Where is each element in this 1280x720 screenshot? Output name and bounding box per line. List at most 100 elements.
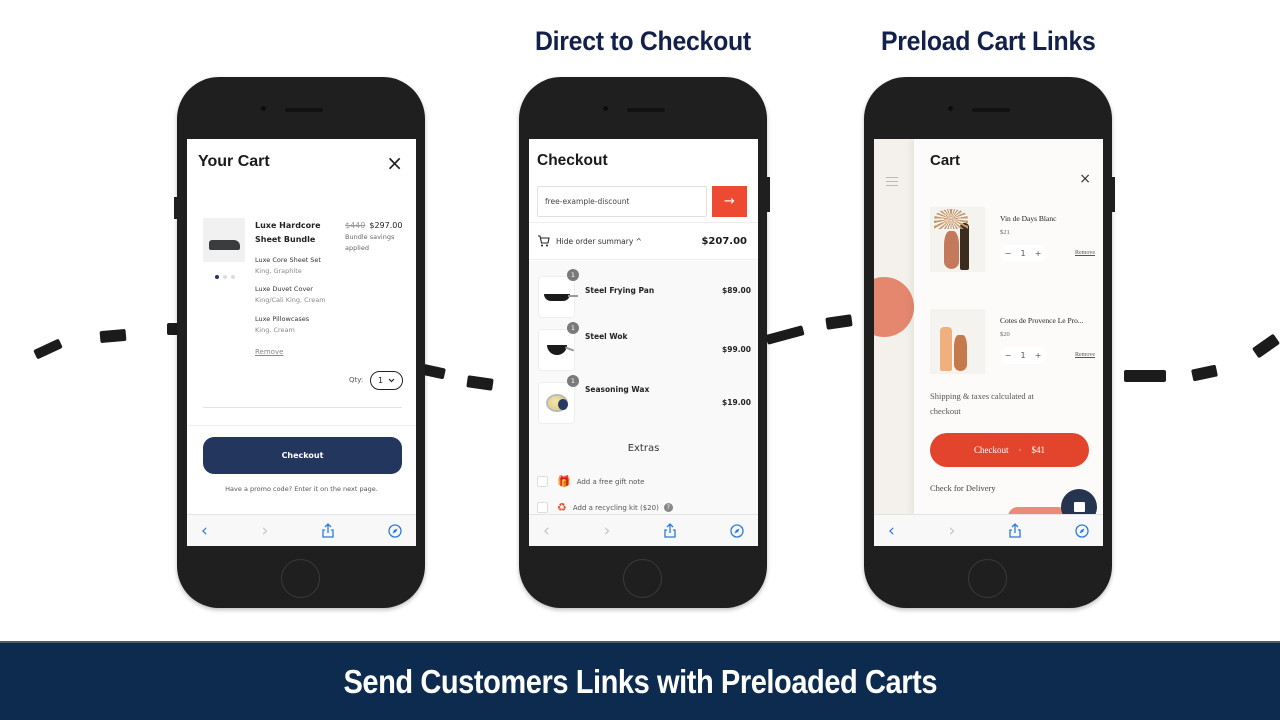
qty-value: 1 — [1020, 351, 1026, 360]
remove-link[interactable]: Remove — [1075, 352, 1095, 358]
plus-icon[interactable]: + — [1035, 249, 1042, 258]
summary-toggle-label: Hide order summary ^ — [556, 236, 642, 246]
carousel-dot[interactable] — [223, 275, 227, 279]
product-prices: $440 $297.00 Bundle savings applied — [345, 219, 405, 254]
component-variant: King, Cream — [255, 326, 295, 334]
wax-tin-icon — [545, 394, 568, 412]
cart-title: Cart — [930, 152, 961, 169]
hamburger-menu-icon[interactable] — [886, 177, 898, 189]
phone-camera — [261, 106, 266, 111]
share-icon[interactable] — [664, 523, 676, 538]
home-button[interactable] — [623, 559, 662, 598]
compass-icon[interactable] — [1075, 523, 1089, 538]
checkbox[interactable] — [537, 476, 548, 487]
component-variant: King, Graphite — [255, 267, 302, 275]
phone-screen: Your Cart × Luxe Hardcore Sheet Bundle $… — [187, 139, 416, 546]
share-icon[interactable] — [322, 523, 334, 538]
bundle-component: Luxe Duvet Cover King/Cali King, Cream — [255, 284, 326, 306]
dash-segment — [466, 375, 494, 391]
extra-label: Add a free gift note — [576, 477, 645, 486]
plus-icon[interactable]: + — [1035, 351, 1042, 360]
dash-segment — [1124, 370, 1166, 382]
carousel-dot[interactable] — [231, 275, 235, 279]
item-price: $89.00 — [722, 286, 751, 295]
back-icon[interactable]: ‹ — [543, 521, 550, 541]
bottle-shape — [940, 327, 952, 371]
chat-icon — [1073, 502, 1085, 512]
qty-badge: 1 — [567, 322, 579, 334]
compass-icon[interactable] — [730, 523, 744, 538]
discount-code-input[interactable]: free-example-discount — [537, 186, 707, 217]
check-delivery-link[interactable]: Check for Delivery — [930, 483, 996, 493]
extra-label: Add a recycling kit ($20) — [572, 503, 659, 512]
close-icon[interactable]: × — [1079, 171, 1091, 187]
extra-option[interactable]: 🎁 Add a free gift note — [537, 476, 645, 487]
back-icon[interactable]: ‹ — [201, 521, 208, 541]
checkout-button[interactable]: Checkout · $41 — [930, 433, 1089, 467]
compass-icon[interactable] — [388, 523, 402, 538]
order-item: 1 Steel Frying Pan $89.00 — [537, 269, 751, 319]
close-icon[interactable]: × — [386, 153, 403, 173]
checkout-button[interactable]: Checkout — [203, 437, 402, 474]
extras-title: Extras — [627, 443, 660, 454]
item-thumbnail — [538, 382, 575, 424]
cart-icon — [538, 235, 550, 247]
phone-camera — [603, 106, 608, 111]
cart-item: Vin de Days Blanc $21 −1 + Remove — [930, 207, 1095, 277]
extra-option[interactable]: ♻ Add a recycling kit ($20) ? — [537, 502, 673, 513]
gift-icon: 🎁 — [557, 475, 571, 488]
qty-badge: 1 — [567, 269, 579, 281]
item-thumbnail — [538, 276, 578, 318]
browser-toolbar: ‹ › — [874, 514, 1103, 546]
back-icon[interactable]: ‹ — [888, 521, 895, 541]
apply-discount-button[interactable]: → — [712, 186, 747, 217]
help-icon[interactable]: ? — [663, 503, 673, 512]
remove-link[interactable]: Remove — [1075, 250, 1095, 256]
product-image[interactable] — [203, 218, 245, 262]
component-name: Luxe Pillowcases — [255, 315, 310, 323]
browser-toolbar: ‹ › — [187, 514, 416, 546]
qty-select[interactable]: 1 — [370, 371, 403, 390]
item-thumbnail — [538, 329, 575, 371]
minus-icon[interactable]: − — [1005, 351, 1012, 360]
item-name: Cotes de Provence Le Pro... — [1000, 316, 1084, 325]
item-name: Vin de Days Blanc — [1000, 214, 1057, 223]
component-name: Luxe Core Sheet Set — [255, 256, 321, 264]
checkbox[interactable] — [537, 502, 548, 513]
dash-segment — [765, 325, 805, 345]
dried-fan-shape — [934, 209, 968, 229]
home-button[interactable] — [281, 559, 320, 598]
phone-preloaded-cart: Cart × Vin de Days Blanc $21 −1 + Remove … — [864, 77, 1115, 608]
dash-segment — [33, 338, 63, 360]
heading-direct-to-checkout: Direct to Checkout — [535, 26, 751, 56]
sheet-icon — [209, 240, 240, 250]
frying-pan-icon — [543, 293, 578, 301]
remove-link[interactable]: Remove — [255, 348, 283, 356]
cart-item: Cotes de Provence Le Pro... $20 −1 + Remo… — [930, 309, 1095, 379]
quantity-stepper[interactable]: −1 + — [1000, 245, 1046, 262]
home-button[interactable] — [968, 559, 1007, 598]
forward-icon[interactable]: › — [262, 521, 269, 541]
share-icon[interactable] — [1009, 523, 1021, 538]
bundle-component: Luxe Core Sheet Set King, Graphite — [255, 255, 321, 277]
order-summary-toggle[interactable]: Hide order summary ^ $207.00 — [529, 222, 758, 260]
sale-price: $297.00 — [369, 221, 403, 230]
forward-icon[interactable]: › — [949, 521, 956, 541]
qty-value: 1 — [377, 376, 384, 385]
image-carousel-dots[interactable] — [215, 275, 235, 279]
carousel-dot[interactable] — [215, 275, 219, 279]
item-price: $21 — [1000, 229, 1010, 236]
quantity-stepper[interactable]: −1 + — [1000, 347, 1046, 364]
checkout-label: Checkout — [974, 445, 1009, 455]
bottle-shape — [960, 223, 969, 270]
arrow-right-icon: → — [724, 194, 735, 209]
phone-screen: Cart × Vin de Days Blanc $21 −1 + Remove … — [874, 139, 1103, 546]
product-name: Luxe Hardcore Sheet Bundle — [255, 221, 321, 244]
original-price: $440 — [345, 221, 366, 230]
forward-icon[interactable]: › — [604, 521, 611, 541]
separator: · — [1018, 445, 1022, 455]
minus-icon[interactable]: − — [1005, 249, 1012, 258]
qty-value: 1 — [1020, 249, 1026, 258]
phone-camera — [948, 106, 953, 111]
promo-note: Have a promo code? Enter it on the next … — [225, 485, 378, 493]
